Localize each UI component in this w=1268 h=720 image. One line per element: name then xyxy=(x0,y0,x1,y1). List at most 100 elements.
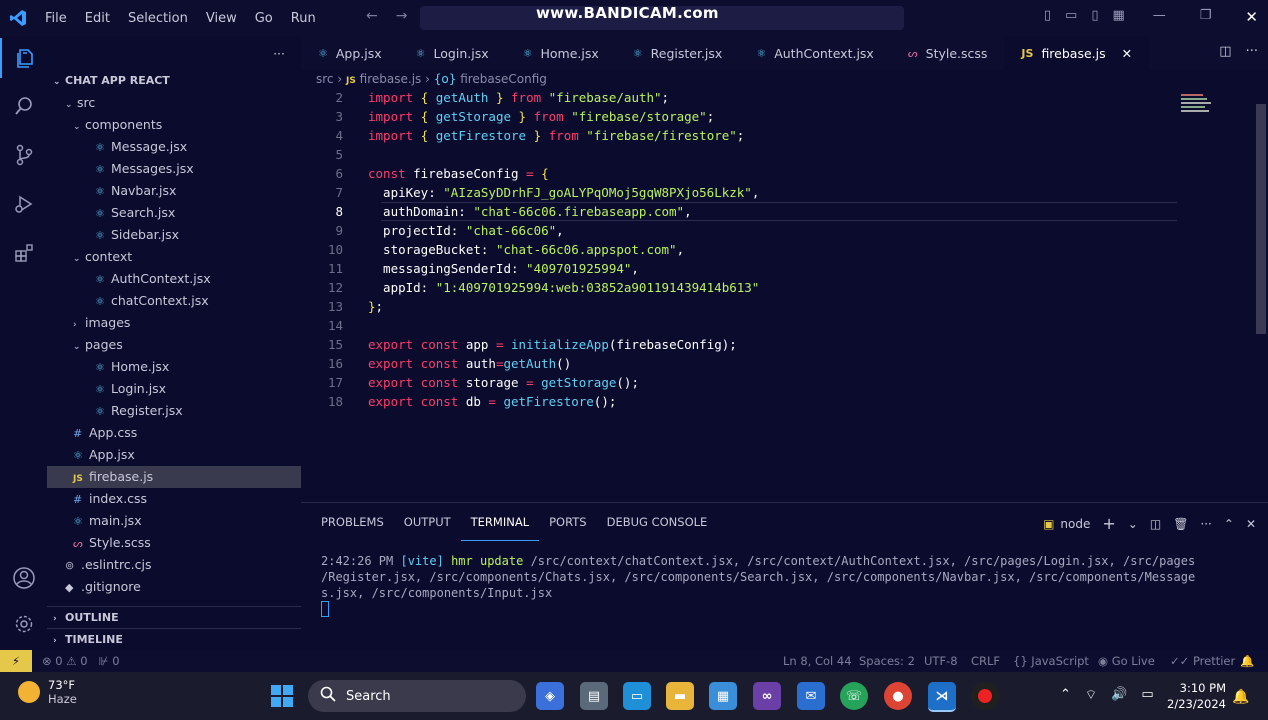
clock[interactable]: 3:10 PM 2/23/2024 xyxy=(1167,680,1226,712)
breadcrumb-symbol[interactable]: firebaseConfig xyxy=(460,72,547,86)
windows-start-icon[interactable] xyxy=(268,682,296,710)
tab-terminal[interactable]: TERMINAL xyxy=(460,503,540,541)
toggle-secondary-sidebar-icon[interactable]: ▯ xyxy=(1091,8,1098,26)
notification-icon[interactable]: 🔔 xyxy=(1232,686,1249,708)
tab-register-jsx[interactable]: ⚛ Register.jsx xyxy=(616,36,740,70)
folder-item[interactable]: › images xyxy=(47,312,327,334)
settings-gear-icon[interactable] xyxy=(0,604,47,644)
copilot-icon[interactable]: ◈ xyxy=(536,682,564,710)
terminal-output[interactable]: 2:42:26 PM [vite] hmr update /src/contex… xyxy=(321,553,1211,601)
minimize-icon[interactable]: — xyxy=(1153,8,1166,26)
menu-go[interactable]: Go xyxy=(246,11,282,26)
extensions-icon[interactable] xyxy=(0,233,47,273)
more-actions-icon[interactable]: ··· xyxy=(1246,44,1258,59)
line-endings[interactable]: CRLF xyxy=(971,650,1000,672)
more-actions-icon[interactable]: ··· xyxy=(1200,517,1211,531)
file-item[interactable]: ⚛ App.jsx xyxy=(47,444,327,466)
tab-home-jsx[interactable]: ⚛ Home.jsx xyxy=(506,36,616,70)
file-item[interactable]: ⊚ .eslintrc.cjs xyxy=(47,554,319,576)
file-item[interactable]: # App.css xyxy=(47,422,327,444)
trash-icon[interactable]: 🗑 xyxy=(1173,517,1188,531)
minimap[interactable] xyxy=(1181,92,1217,114)
tab-ports[interactable]: PORTS xyxy=(539,503,596,541)
folder-item[interactable]: ⌄ src xyxy=(47,92,319,114)
desktop-icon[interactable]: ▭ xyxy=(623,682,651,710)
tab-problems[interactable]: PROBLEMS xyxy=(311,503,394,541)
file-item[interactable]: ◆ .gitignore xyxy=(47,576,319,598)
search-icon[interactable] xyxy=(0,86,47,126)
forward-arrow-icon[interactable]: → xyxy=(396,8,408,24)
menu-view[interactable]: View xyxy=(197,11,246,26)
run-debug-icon[interactable] xyxy=(0,184,47,224)
close-panel-icon[interactable]: ✕ xyxy=(1246,517,1256,531)
file-item[interactable]: ᔕ Style.scss xyxy=(47,532,327,554)
problems-status[interactable]: ⊗ 0 ⚠ 0 ⊮ 0 xyxy=(42,650,120,672)
mail-icon[interactable]: ✉ xyxy=(797,682,825,710)
chevron-up-icon[interactable]: ⌃ xyxy=(1060,687,1071,703)
vscode-taskbar-icon[interactable]: ⋊ xyxy=(928,682,956,712)
restore-icon[interactable]: ❐ xyxy=(1200,8,1212,26)
account-icon[interactable] xyxy=(0,558,47,598)
language-mode[interactable]: {} JavaScript xyxy=(1013,650,1089,672)
toggle-panel-icon[interactable]: ▭ xyxy=(1065,8,1077,26)
tab-login-jsx[interactable]: ⚛ Login.jsx xyxy=(399,36,506,70)
project-root[interactable]: ⌄ CHAT APP REACT xyxy=(47,70,307,92)
breadcrumb-root[interactable]: src xyxy=(316,72,334,86)
taskbar-search[interactable]: Search xyxy=(308,680,526,712)
notifications-bell-icon[interactable]: 🔔 xyxy=(1240,650,1254,672)
bandicam-record-icon[interactable] xyxy=(971,682,999,710)
battery-icon[interactable]: ▭ xyxy=(1141,687,1153,703)
timeline-section[interactable]: › TIMELINE xyxy=(47,628,307,651)
encoding[interactable]: UTF-8 xyxy=(924,650,958,672)
tab-firebase-js[interactable]: JS firebase.js ✕ xyxy=(1004,36,1150,70)
go-live-button[interactable]: ◉ Go Live xyxy=(1098,650,1155,672)
menu-file[interactable]: File xyxy=(36,11,76,26)
customize-layout-icon[interactable]: ▦ xyxy=(1112,8,1124,26)
visual-studio-icon[interactable]: ∞ xyxy=(753,682,781,710)
chrome-icon[interactable]: ● xyxy=(884,682,912,710)
tab-app-jsx[interactable]: ⚛ App.jsx xyxy=(301,36,399,70)
source-control-icon[interactable] xyxy=(0,135,47,175)
back-arrow-icon[interactable]: ← xyxy=(366,8,378,24)
editor-scrollbar[interactable] xyxy=(1256,104,1266,334)
remote-indicator-icon[interactable]: ⚡ xyxy=(0,650,32,672)
close-window-icon[interactable]: ✕ xyxy=(1245,8,1258,26)
maximize-panel-icon[interactable]: ⌃ xyxy=(1224,517,1234,531)
store-icon[interactable]: ▦ xyxy=(709,682,737,710)
menu-edit[interactable]: Edit xyxy=(76,11,119,26)
menu-run[interactable]: Run xyxy=(282,11,325,26)
volume-icon[interactable]: 🔊 xyxy=(1111,687,1127,703)
file-item[interactable]: # index.css xyxy=(47,488,327,510)
tab-style-scss[interactable]: ᔕ Style.scss xyxy=(891,36,1005,70)
folder-item[interactable]: ⌄ components xyxy=(47,114,327,136)
prettier-status[interactable]: ✓✓ Prettier xyxy=(1170,650,1235,672)
menu-selection[interactable]: Selection xyxy=(119,11,197,26)
close-tab-icon[interactable]: ✕ xyxy=(1122,46,1132,61)
tab-output[interactable]: OUTPUT xyxy=(394,503,461,541)
tab-debug-console[interactable]: DEBUG CONSOLE xyxy=(597,503,718,541)
weather-widget[interactable]: 73°F Haze xyxy=(18,678,77,706)
tab-authcontext-jsx[interactable]: ⚛ AuthContext.jsx xyxy=(739,36,891,70)
split-editor-icon[interactable]: ◫ xyxy=(1219,44,1231,59)
explorer-icon[interactable] xyxy=(0,38,47,78)
new-terminal-icon[interactable]: + xyxy=(1102,514,1115,533)
cursor-position[interactable]: Ln 8, Col 44 xyxy=(783,650,852,672)
whatsapp-icon[interactable]: ☏ xyxy=(840,682,868,710)
tree-item-label: Message.jsx xyxy=(111,139,188,154)
task-view-icon[interactable]: ▤ xyxy=(580,682,608,710)
wifi-icon[interactable]: ⌔ xyxy=(1085,687,1097,703)
file-explorer-icon[interactable]: ▬ xyxy=(666,682,694,710)
indentation[interactable]: Spaces: 2 xyxy=(859,650,915,672)
code-editor[interactable]: 2 import { getAuth } from "firebase/auth"… xyxy=(301,88,1268,502)
folder-item[interactable]: ⌄ context xyxy=(47,246,327,268)
split-terminal-icon[interactable]: ◫ xyxy=(1150,517,1161,531)
folder-item[interactable]: ⌄ pages xyxy=(47,334,327,356)
file-item[interactable]: ⚛ main.jsx xyxy=(47,510,327,532)
file-item[interactable]: JS firebase.js xyxy=(47,466,327,488)
breadcrumb-file[interactable]: firebase.js xyxy=(360,72,422,86)
terminal-shell-name[interactable]: node xyxy=(1060,517,1090,531)
toggle-sidebar-icon[interactable]: ▯ xyxy=(1044,8,1051,26)
chevron-down-icon[interactable]: ⌄ xyxy=(1128,517,1138,531)
more-actions-icon[interactable]: ··· xyxy=(273,46,285,61)
outline-section[interactable]: › OUTLINE xyxy=(47,606,307,629)
